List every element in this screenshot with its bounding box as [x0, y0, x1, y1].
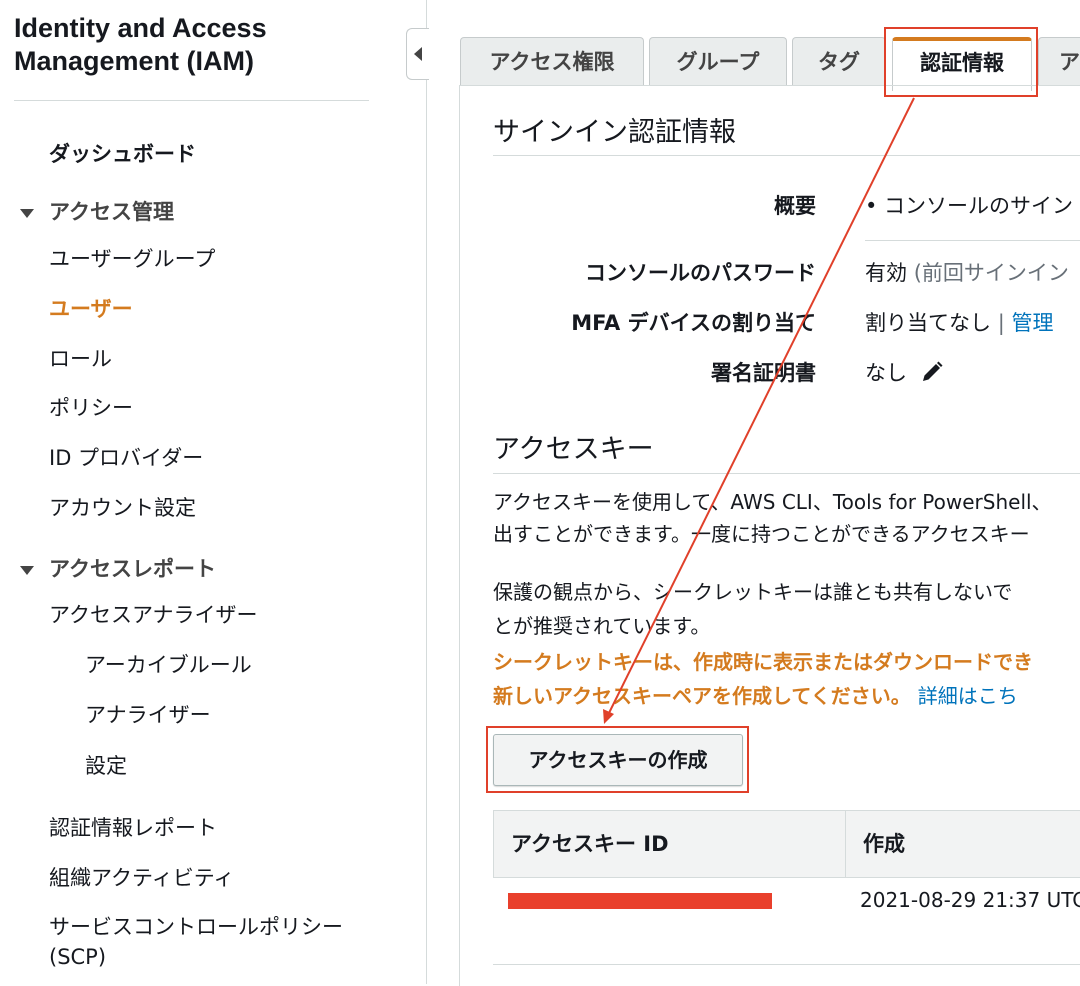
sidebar: Identity and Access Management (IAM) ダッシ… [0, 0, 427, 984]
access-key-created-date: 2021-08-29 21:37 UTC [860, 888, 1080, 912]
summary-divider [865, 240, 1080, 241]
tab-access-advisor[interactable]: ア [1038, 37, 1080, 85]
security-note-line2: とが推奨されています。 [493, 614, 711, 638]
sidebar-item-scp[interactable]: サービスコントロールポリシー (SCP) [49, 912, 343, 972]
access-keys-heading: アクセスキー [493, 434, 654, 465]
tab-permissions[interactable]: アクセス権限 [460, 37, 644, 86]
learn-more-link[interactable]: 詳細はこち [918, 684, 1018, 708]
console-password-label: コンソールのパスワード [585, 261, 816, 285]
sidebar-item-access-analyzer[interactable]: アクセスアナライザー [49, 599, 258, 629]
sidebar-collapse-button[interactable] [406, 28, 429, 80]
signing-cert-value: なし [865, 357, 944, 387]
sidebar-item-dashboard[interactable]: ダッシュボード [49, 138, 196, 168]
secret-key-warning-line1: シークレットキーは、作成時に表示またはダウンロードでき [493, 650, 1033, 674]
summary-label: 概要 [774, 194, 816, 218]
sidebar-item-roles[interactable]: ロール [49, 343, 112, 373]
secret-key-warning-line2: 新しいアクセスキーペアを作成してください。 詳細はこち [493, 684, 1018, 708]
console-password-value: 有効 (前回サインイン [865, 261, 1069, 285]
last-signin-note: (前回サインイン [913, 261, 1069, 285]
signing-cert-label: 署名証明書 [711, 361, 816, 385]
sidebar-item-user-groups[interactable]: ユーザーグループ [49, 243, 215, 273]
sidebar-section-access-management[interactable]: アクセス管理 [49, 196, 174, 226]
sidebar-item-analyzer-settings[interactable]: 設定 [85, 750, 127, 780]
tab-tags[interactable]: タグ [792, 37, 886, 86]
tab-groups[interactable]: グループ [649, 37, 787, 86]
sidebar-item-analyzers[interactable]: アナライザー [85, 699, 211, 729]
section-divider [493, 155, 1080, 156]
sidebar-item-identity-providers[interactable]: ID プロバイダー [49, 442, 203, 472]
sidebar-item-organization-activity[interactable]: 組織アクティビティ [49, 862, 234, 892]
mfa-manage-link[interactable]: 管理 [1011, 311, 1053, 335]
column-header-created[interactable]: 作成 [863, 811, 905, 877]
sidebar-section-access-reports[interactable]: アクセスレポート [49, 553, 216, 583]
service-title: Identity and Access Management (IAM) [14, 13, 267, 76]
column-header-access-key-id[interactable]: アクセスキー ID [511, 811, 669, 877]
sidebar-item-archive-rules[interactable]: アーカイブルール [85, 649, 252, 679]
access-keys-description-line1: アクセスキーを使用して、AWS CLI、Tools for PowerShell… [493, 490, 1052, 514]
table-row-divider [493, 964, 1080, 965]
caret-down-icon[interactable] [20, 566, 34, 575]
mfa-value: 割り当てなし | 管理 [865, 311, 1054, 335]
signin-credentials-heading: サインイン認証情報 [493, 117, 736, 148]
column-divider [845, 811, 846, 877]
tab-highlight-box [884, 27, 1038, 97]
sidebar-item-account-settings[interactable]: アカウント設定 [49, 492, 196, 522]
redacted-access-key-id [508, 893, 772, 909]
sidebar-item-credential-report[interactable]: 認証情報レポート [49, 812, 217, 842]
mfa-label: MFA デバイスの割り当て [571, 311, 816, 335]
chevron-left-icon [414, 47, 422, 61]
pencil-icon[interactable] [920, 360, 944, 384]
sidebar-item-users[interactable]: ユーザー [49, 293, 133, 323]
access-keys-table-header: アクセスキー ID 作成 [493, 810, 1080, 878]
access-keys-description-line2: 出すことができます。一度に持つことができるアクセスキー [493, 522, 1030, 546]
summary-value: • コンソールのサイン [865, 194, 1074, 218]
caret-down-icon[interactable] [20, 209, 34, 218]
button-highlight-box [486, 726, 749, 793]
section-divider [493, 473, 1080, 474]
security-note-line1: 保護の観点から、シークレットキーは誰とも共有しないで [493, 580, 1013, 604]
sidebar-item-policies[interactable]: ポリシー [49, 392, 133, 422]
sidebar-divider [14, 100, 369, 101]
